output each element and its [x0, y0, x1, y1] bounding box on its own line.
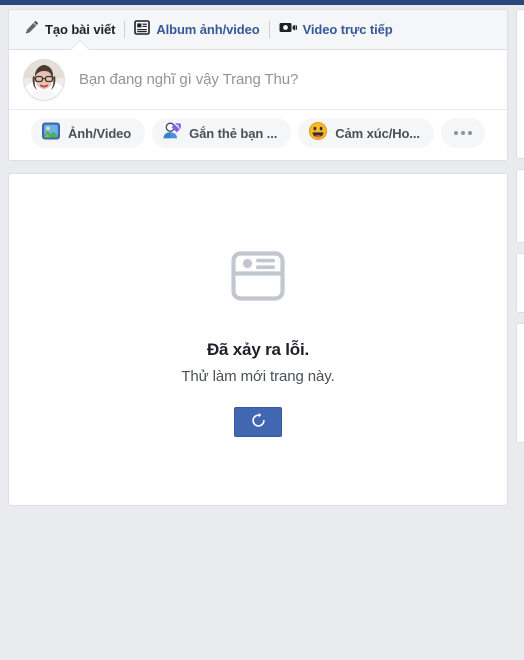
refresh-button[interactable]: [234, 406, 282, 437]
tag-friends-icon: [162, 121, 182, 146]
action-label: Cảm xúc/Ho...: [335, 125, 420, 141]
pencil-icon: [24, 20, 39, 40]
ellipsis-dot-icon: [453, 131, 458, 135]
main-content-column: Tạo bài viết Album ảnh/video Video trực …: [8, 9, 508, 506]
avatar-photo: [24, 59, 64, 100]
tab-label: Tạo bài viết: [45, 22, 116, 37]
tab-label: Album ảnh/video: [156, 22, 260, 37]
right-sidebar-card: [516, 323, 524, 443]
ellipsis-dot-icon: [467, 131, 472, 135]
photo-album-icon: [134, 19, 151, 40]
tab-live-video[interactable]: Video trực tiếp: [270, 11, 402, 49]
live-video-icon: [279, 21, 297, 39]
feeling-activity-icon: [308, 121, 328, 146]
avatar[interactable]: [23, 58, 65, 101]
right-sidebar-card: [516, 253, 524, 313]
ellipsis-dot-icon: [460, 131, 465, 135]
tab-label: Video trực tiếp: [302, 22, 393, 37]
action-label: Gắn thẻ bạn ...: [189, 125, 278, 141]
photo-video-button[interactable]: Ảnh/Video: [31, 118, 146, 148]
more-options-button[interactable]: [440, 118, 485, 148]
right-sidebar-card: [516, 169, 524, 243]
tab-create-post[interactable]: Tạo bài viết: [15, 11, 124, 50]
refresh-icon: [250, 412, 267, 432]
right-sidebar-card: [516, 9, 524, 159]
action-label: Ảnh/Video: [68, 125, 132, 141]
tag-friends-button[interactable]: Gắn thẻ bạn ...: [152, 118, 292, 148]
broken-post-card-icon: [225, 243, 291, 314]
error-state-card: Đã xảy ra lỗi. Thử làm mới trang này.: [8, 173, 508, 506]
photo-video-icon: [41, 121, 61, 146]
composer-placeholder[interactable]: Bạn đang nghĩ gì vậy Trang Thu?: [79, 71, 298, 88]
active-tab-caret: [71, 40, 89, 50]
error-subtitle: Thử làm mới trang này.: [181, 367, 335, 385]
right-sidebar-column: [516, 9, 524, 453]
feeling-activity-button[interactable]: Cảm xúc/Ho...: [298, 118, 434, 148]
composer-input-row[interactable]: Bạn đang nghĩ gì vậy Trang Thu?: [9, 50, 507, 109]
composer-tab-bar: Tạo bài viết Album ảnh/video Video trực …: [9, 10, 507, 50]
tab-photo-album[interactable]: Album ảnh/video: [125, 11, 268, 49]
error-title: Đã xảy ra lỗi.: [206, 339, 310, 359]
page-canvas: Tạo bài viết Album ảnh/video Video trực …: [0, 5, 524, 660]
composer-action-bar: Ảnh/Video Gắn thẻ bạn ... Cảm xúc/Ho...: [9, 109, 507, 160]
post-composer: Tạo bài viết Album ảnh/video Video trực …: [8, 9, 508, 161]
